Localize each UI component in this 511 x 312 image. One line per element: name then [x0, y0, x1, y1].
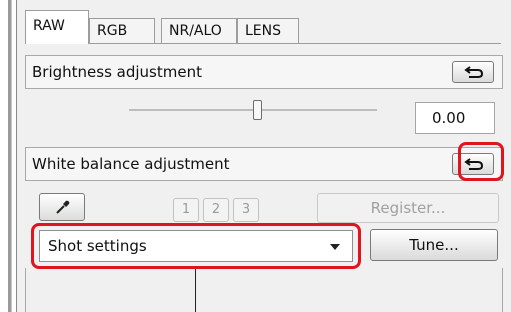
tab-raw-label: RAW [33, 18, 65, 34]
tab-rgb[interactable]: RGB [89, 18, 155, 44]
white-balance-reset-button[interactable] [452, 153, 494, 175]
tune-button[interactable]: Tune... [370, 229, 498, 261]
left-window-edge [0, 0, 12, 312]
wb-slot-2-button[interactable]: 2 [203, 198, 229, 222]
white-balance-select[interactable]: Shot settings [39, 230, 353, 262]
wb-slot-3-button[interactable]: 3 [233, 198, 259, 222]
brightness-header: Brightness adjustment [25, 55, 503, 89]
raw-adjustment-panel: RAW RGB NR/ALO LENS Brightness adjustmen… [16, 0, 511, 312]
tab-divider [25, 43, 501, 44]
brightness-slider-thumb[interactable] [253, 100, 262, 120]
brightness-value-field[interactable]: 0.00 [415, 102, 495, 134]
tab-nr-alo[interactable]: NR/ALO [161, 18, 237, 44]
tab-rgb-label: RGB [97, 23, 128, 39]
brightness-reset-button[interactable] [452, 61, 494, 83]
reset-arrow-icon [464, 158, 484, 170]
white-balance-preview-area [25, 268, 503, 312]
chevron-down-icon [330, 244, 340, 250]
reset-arrow-icon [464, 66, 484, 78]
tab-nr-alo-label: NR/ALO [169, 23, 222, 39]
eyedropper-icon [56, 200, 70, 214]
click-white-balance-button[interactable] [39, 193, 85, 221]
white-balance-select-value: Shot settings [48, 237, 147, 255]
white-balance-header: White balance adjustment [25, 147, 503, 181]
tab-lens[interactable]: LENS [237, 18, 299, 44]
preview-divider [195, 268, 196, 312]
register-button[interactable]: Register... [317, 193, 499, 223]
brightness-label: Brightness adjustment [32, 63, 202, 81]
tab-raw[interactable]: RAW [25, 10, 89, 44]
tab-lens-label: LENS [245, 23, 282, 39]
white-balance-label: White balance adjustment [32, 155, 230, 173]
wb-slot-1-button[interactable]: 1 [173, 198, 199, 222]
